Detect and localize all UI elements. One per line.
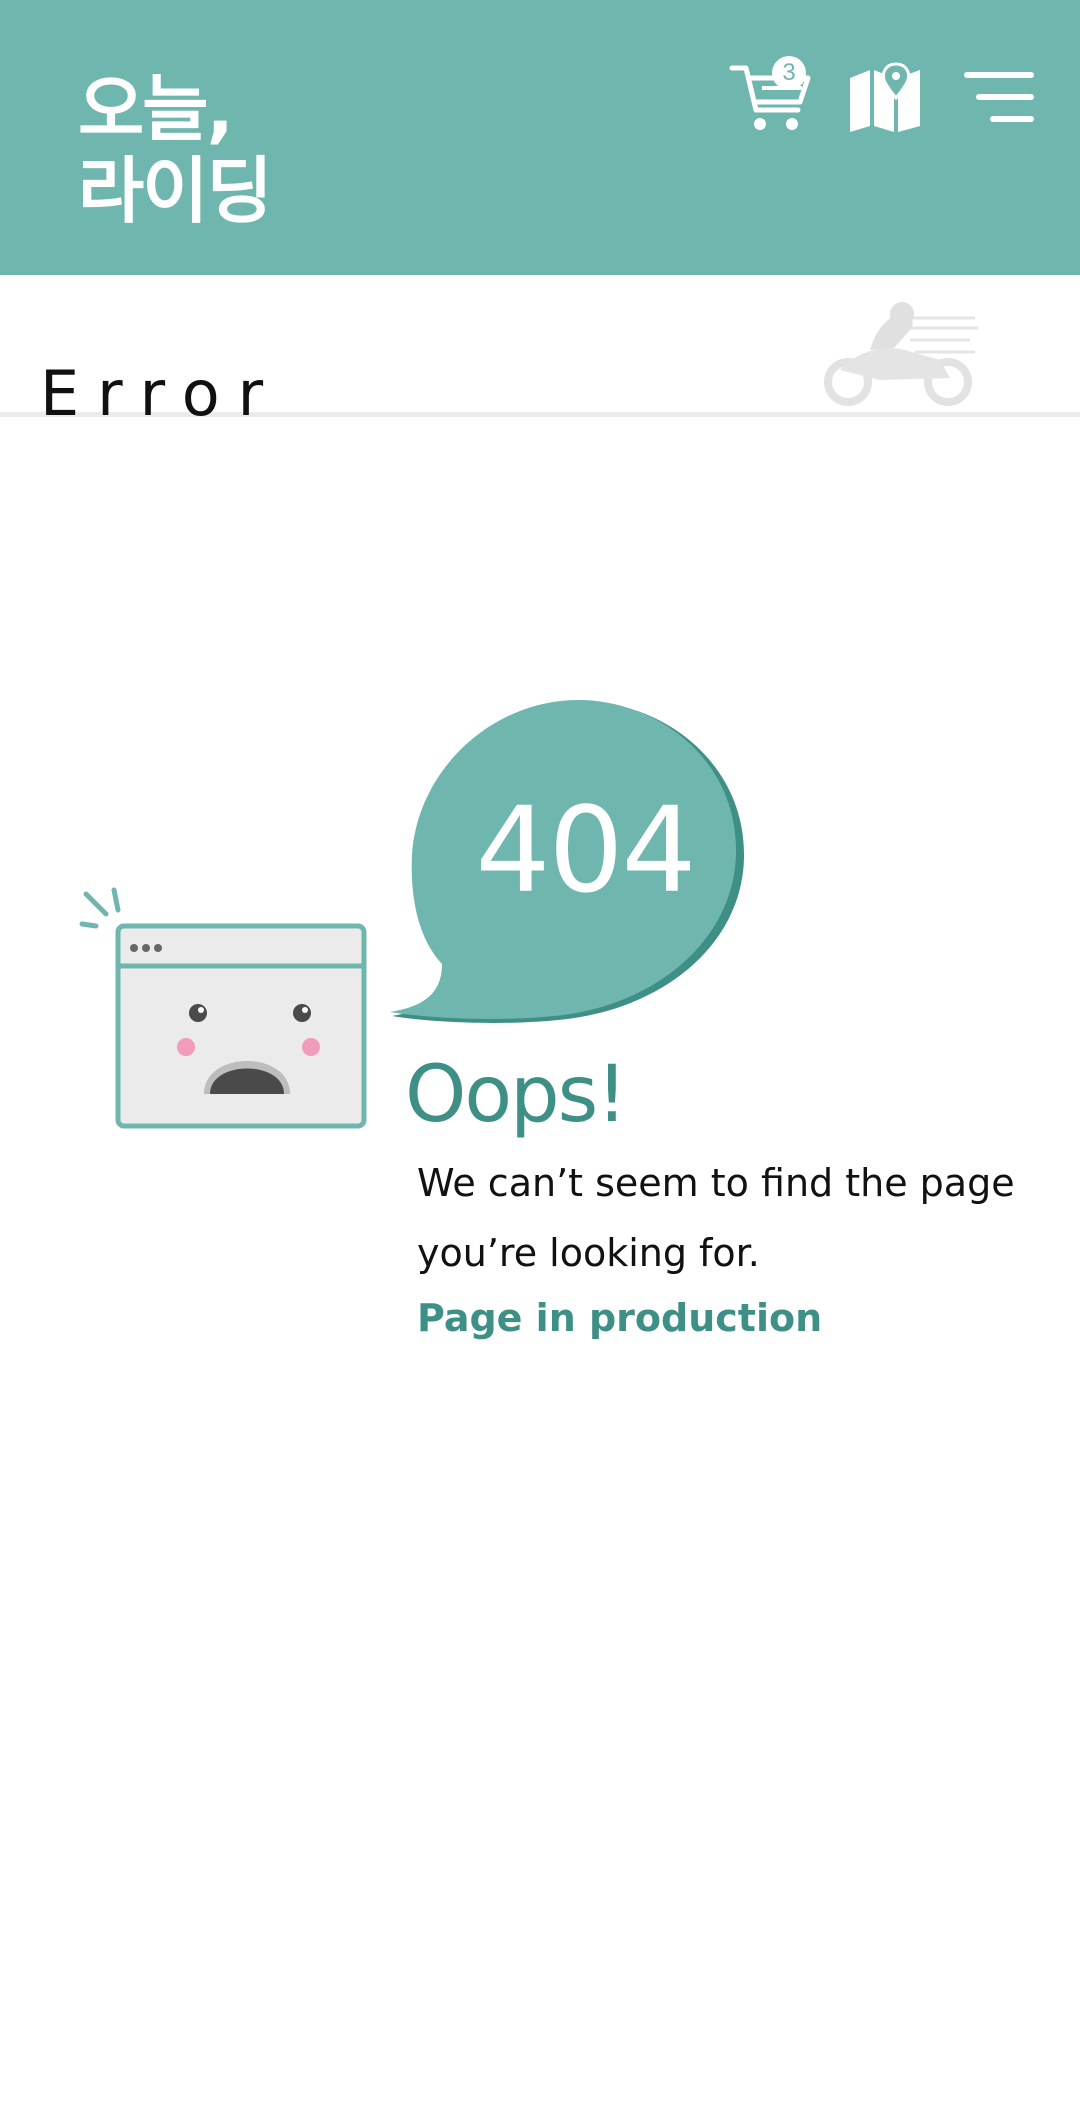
logo-line-2: 라이딩	[78, 149, 273, 233]
error-message: We can’t seem to find the page you’re lo…	[417, 1161, 1015, 1275]
sad-browser-icon	[79, 887, 367, 1129]
error-headline: Oops!	[405, 1050, 628, 1140]
logo[interactable]: 오늘, 라이딩	[78, 67, 273, 233]
error-code: 404	[475, 781, 696, 919]
logo-line-1: 오늘,	[78, 67, 234, 151]
page-in-production-link[interactable]: Page in production	[417, 1290, 822, 1346]
map-icon[interactable]	[848, 62, 922, 132]
cart-count-badge: 3	[772, 56, 806, 90]
app-header: 오늘, 라이딩 3	[0, 0, 1080, 275]
motorcycle-rider-icon	[824, 302, 978, 406]
menu-icon[interactable]	[964, 70, 1036, 124]
page-title: Error	[40, 356, 282, 430]
